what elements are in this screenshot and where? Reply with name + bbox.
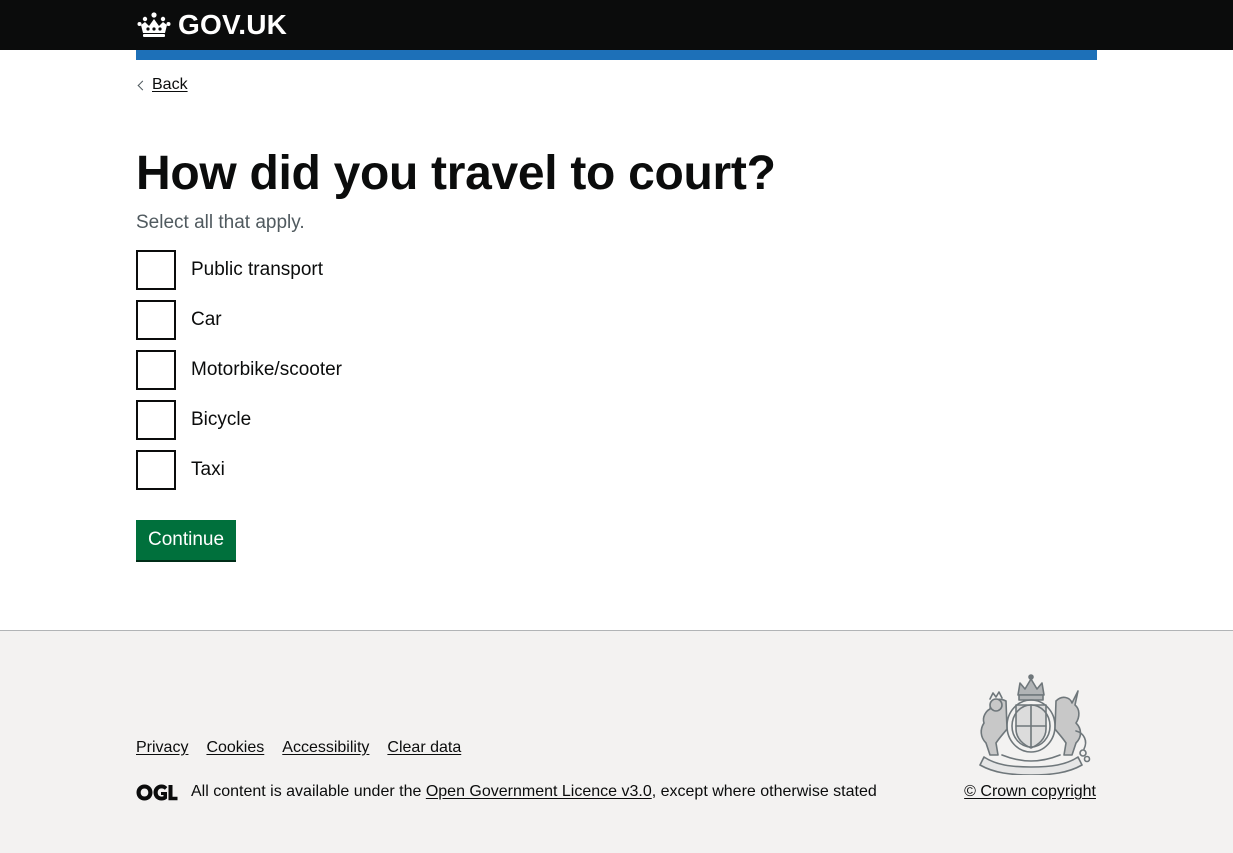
footer-link-privacy[interactable]: Privacy [136, 739, 188, 756]
crown-copyright-link[interactable]: © Crown copyright [964, 783, 1096, 801]
checkbox-public-transport[interactable]: Public transport [136, 250, 342, 290]
checkbox-input[interactable] [136, 450, 176, 490]
checkbox-taxi[interactable]: Taxi [136, 450, 342, 490]
checkbox-input[interactable] [136, 300, 176, 340]
back-link[interactable]: Back [136, 74, 188, 96]
checkbox-label[interactable]: Motorbike/scooter [191, 358, 342, 382]
crown-icon [137, 12, 171, 37]
ogl-icon [136, 784, 178, 800]
site-footer: Privacy Cookies Accessibility Clear data… [0, 630, 1233, 853]
checkbox-label[interactable]: Public transport [191, 258, 323, 282]
footer-link-accessibility[interactable]: Accessibility [282, 739, 369, 756]
govuk-logo-link[interactable]: GOV.UK [136, 8, 287, 42]
checkbox-car[interactable]: Car [136, 300, 342, 340]
checkbox-input[interactable] [136, 350, 176, 390]
licence-statement: All content is available under the Open … [136, 783, 877, 801]
continue-button[interactable]: Continue [136, 520, 237, 560]
checkbox-input[interactable] [136, 400, 176, 440]
checkbox-label[interactable]: Bicycle [191, 408, 251, 432]
chevron-left-icon [137, 80, 148, 90]
footer-link-cookies[interactable]: Cookies [206, 739, 264, 756]
site-header: GOV.UK [0, 0, 1233, 50]
page-title: How did you travel to court? [136, 147, 776, 200]
licence-link[interactable]: Open Government Licence v3.0 [426, 783, 652, 801]
back-link-label: Back [152, 76, 188, 93]
header-accent-bar [136, 50, 1097, 60]
hint-text: Select all that apply. [136, 212, 305, 233]
licence-prefix: All content is available under the [191, 783, 422, 800]
logo-text: GOV.UK [178, 9, 288, 40]
checkbox-motorbike-scooter[interactable]: Motorbike/scooter [136, 350, 342, 390]
checkbox-label[interactable]: Taxi [191, 458, 225, 482]
checkbox-label[interactable]: Car [191, 308, 222, 332]
licence-suffix: , except where otherwise stated [651, 783, 877, 800]
royal-coat-of-arms-icon [979, 674, 1091, 775]
checkbox-input[interactable] [136, 250, 176, 290]
footer-link-clear-data[interactable]: Clear data [387, 739, 461, 756]
checkbox-group: Public transport Car Motorbike/scooter B… [136, 250, 342, 500]
checkbox-bicycle[interactable]: Bicycle [136, 400, 342, 440]
footer-links: Privacy Cookies Accessibility Clear data [136, 739, 479, 757]
